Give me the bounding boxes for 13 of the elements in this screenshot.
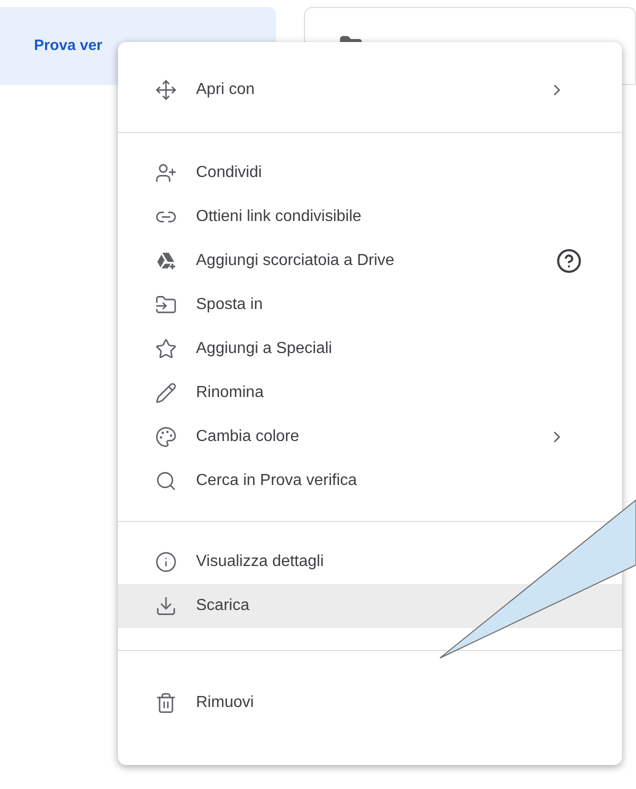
- menu-label: Rimuovi: [196, 693, 254, 713]
- menu-label: Cerca in Prova verifica: [196, 471, 357, 491]
- menu-label: Apri con: [196, 80, 255, 100]
- menu-label: Rinomina: [196, 383, 264, 403]
- menu-label: Visualizza dettagli: [196, 552, 324, 572]
- menu-label: Scarica: [196, 596, 250, 616]
- menu-label: Condividi: [196, 163, 262, 183]
- menu-label: Cambia colore: [196, 427, 300, 447]
- folder-title: Prova ver: [34, 36, 102, 56]
- menu-label: Aggiungi a Speciali: [196, 339, 332, 359]
- menu-label: Sposta in: [196, 295, 263, 315]
- menu-label: Aggiungi scorciatoia a Drive: [196, 251, 394, 271]
- menu-label: Ottieni link condivisibile: [196, 207, 362, 227]
